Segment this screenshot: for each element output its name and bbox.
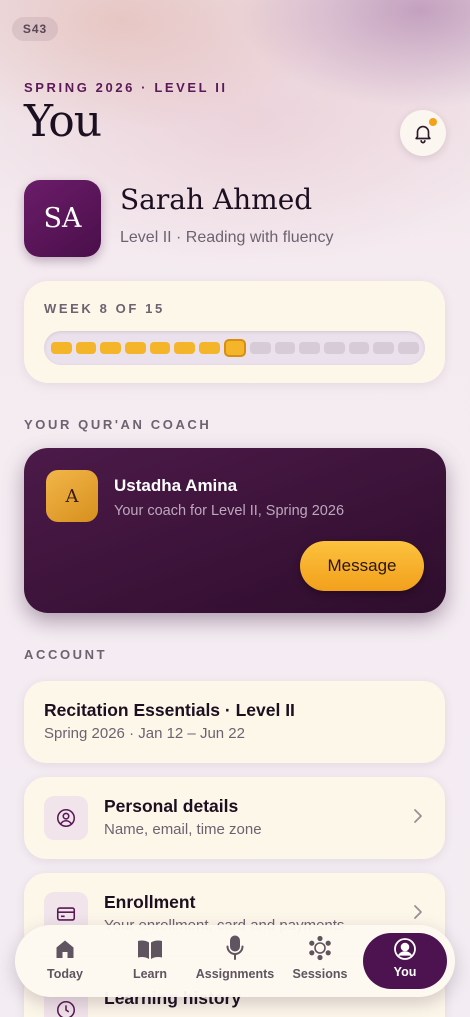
course-card[interactable]: Recitation Essentials · Level II Spring … (24, 681, 445, 763)
tab-label: Assignments (195, 967, 275, 981)
tab-sessions[interactable]: Sessions (280, 931, 360, 991)
week-segment (149, 342, 171, 354)
tab-you[interactable]: You (363, 933, 447, 989)
week-segment (199, 342, 220, 354)
tab-bar: Today Learn Assignments Sessions You (15, 925, 455, 997)
page-title: You (24, 96, 102, 147)
week-segment (125, 342, 146, 354)
account-section-label: ACCOUNT (24, 647, 108, 662)
profile-icon (394, 938, 416, 960)
chevron-right-icon (414, 809, 422, 823)
tab-label: You (393, 965, 417, 979)
user-name: Sarah Ahmed (120, 183, 313, 216)
course-title: Recitation Essentials · Level II (44, 700, 295, 720)
term-eyebrow: SPRING 2026 · LEVEL II (24, 80, 228, 95)
week-segment (397, 342, 419, 354)
coach-card: A Ustadha Amina Your coach for Level II,… (24, 448, 446, 613)
week-segment (323, 342, 345, 354)
tab-label: Today (47, 967, 83, 981)
week-segment (100, 342, 122, 354)
microphone-icon (226, 935, 244, 960)
week-segment (51, 342, 72, 354)
coach-section-label: YOUR QUR'AN COACH (24, 417, 212, 432)
tab-label: Sessions (292, 967, 348, 981)
personal-details-row[interactable]: Personal details Name, email, time zone (24, 777, 445, 859)
course-dates: Spring 2026 · Jan 12 – Jun 22 (44, 725, 245, 742)
chevron-right-icon (414, 905, 422, 919)
message-button[interactable]: Message (300, 541, 424, 591)
week-segment (249, 342, 271, 354)
week-progress-card: WEEK 8 OF 15 (24, 281, 445, 383)
notification-dot (429, 118, 437, 126)
coach-avatar: A (46, 470, 98, 522)
week-segment (174, 342, 196, 354)
person-circle-icon (44, 796, 88, 840)
week-segment (274, 342, 296, 354)
tab-learn[interactable]: Learn (110, 931, 190, 991)
week-segment (75, 342, 97, 354)
notifications-button[interactable] (400, 110, 446, 156)
personal-details-title: Personal details (104, 796, 239, 816)
sessions-icon (309, 935, 331, 961)
user-level: Level II · Reading with fluency (120, 229, 334, 246)
avatar: SA (24, 180, 101, 257)
enrollment-title: Enrollment (104, 892, 196, 912)
week-segment (373, 342, 394, 354)
coach-subtitle: Your coach for Level II, Spring 2026 (114, 503, 345, 519)
week-segment (299, 342, 320, 354)
tab-assignments[interactable]: Assignments (195, 931, 275, 991)
week-segment (348, 342, 370, 354)
status-chip: S43 (12, 17, 58, 41)
coach-name: Ustadha Amina (114, 476, 238, 495)
home-icon (56, 940, 74, 958)
personal-details-subtitle: Name, email, time zone (104, 821, 262, 838)
book-icon (138, 940, 162, 959)
week-progress-track (44, 331, 425, 365)
week-label: WEEK 8 OF 15 (44, 301, 165, 316)
tab-label: Learn (132, 967, 168, 981)
tab-today[interactable]: Today (25, 931, 105, 991)
week-segment-current (223, 339, 246, 357)
